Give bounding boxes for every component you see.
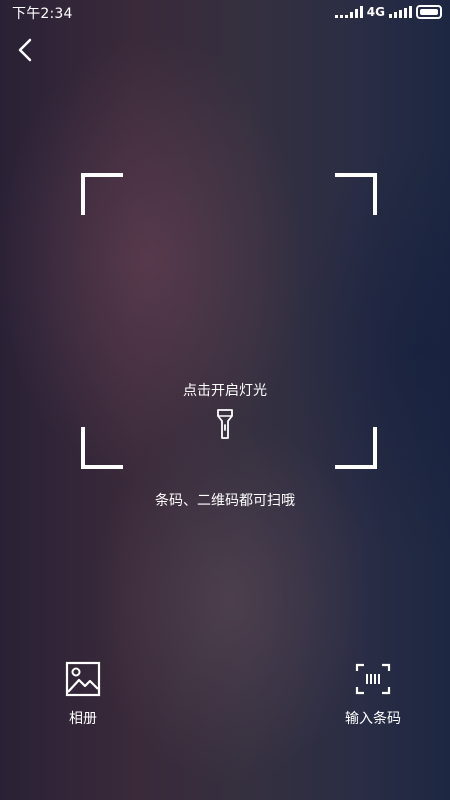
status-indicators: 4G (334, 3, 442, 21)
network-type-label: 4G (366, 5, 385, 19)
scan-frame-corner-top-right (335, 173, 377, 215)
battery-icon (416, 5, 442, 19)
input-barcode-label: 输入条码 (345, 711, 401, 727)
album-label: 相册 (69, 711, 97, 727)
status-bar: 下午2:34 4G (0, 0, 450, 24)
cell-signal-icon (389, 6, 412, 18)
input-barcode-button[interactable]: 输入条码 (323, 660, 423, 728)
back-button[interactable] (12, 34, 40, 66)
flashlight-icon[interactable] (215, 408, 235, 440)
image-icon (65, 661, 101, 697)
status-time: 下午2:34 (12, 6, 73, 22)
chevron-left-icon (18, 38, 32, 62)
scan-frame-corner-bottom-left (81, 427, 123, 469)
signal-strength-icon (334, 6, 363, 18)
album-button[interactable]: 相册 (33, 660, 133, 728)
scan-frame-corner-top-left (81, 173, 123, 215)
barcode-scan-icon (355, 663, 391, 695)
scan-hint: 条码、二维码都可扫哦 (155, 493, 295, 509)
flashlight-label[interactable]: 点击开启灯光 (0, 380, 450, 400)
scan-frame-corner-bottom-right (335, 427, 377, 469)
